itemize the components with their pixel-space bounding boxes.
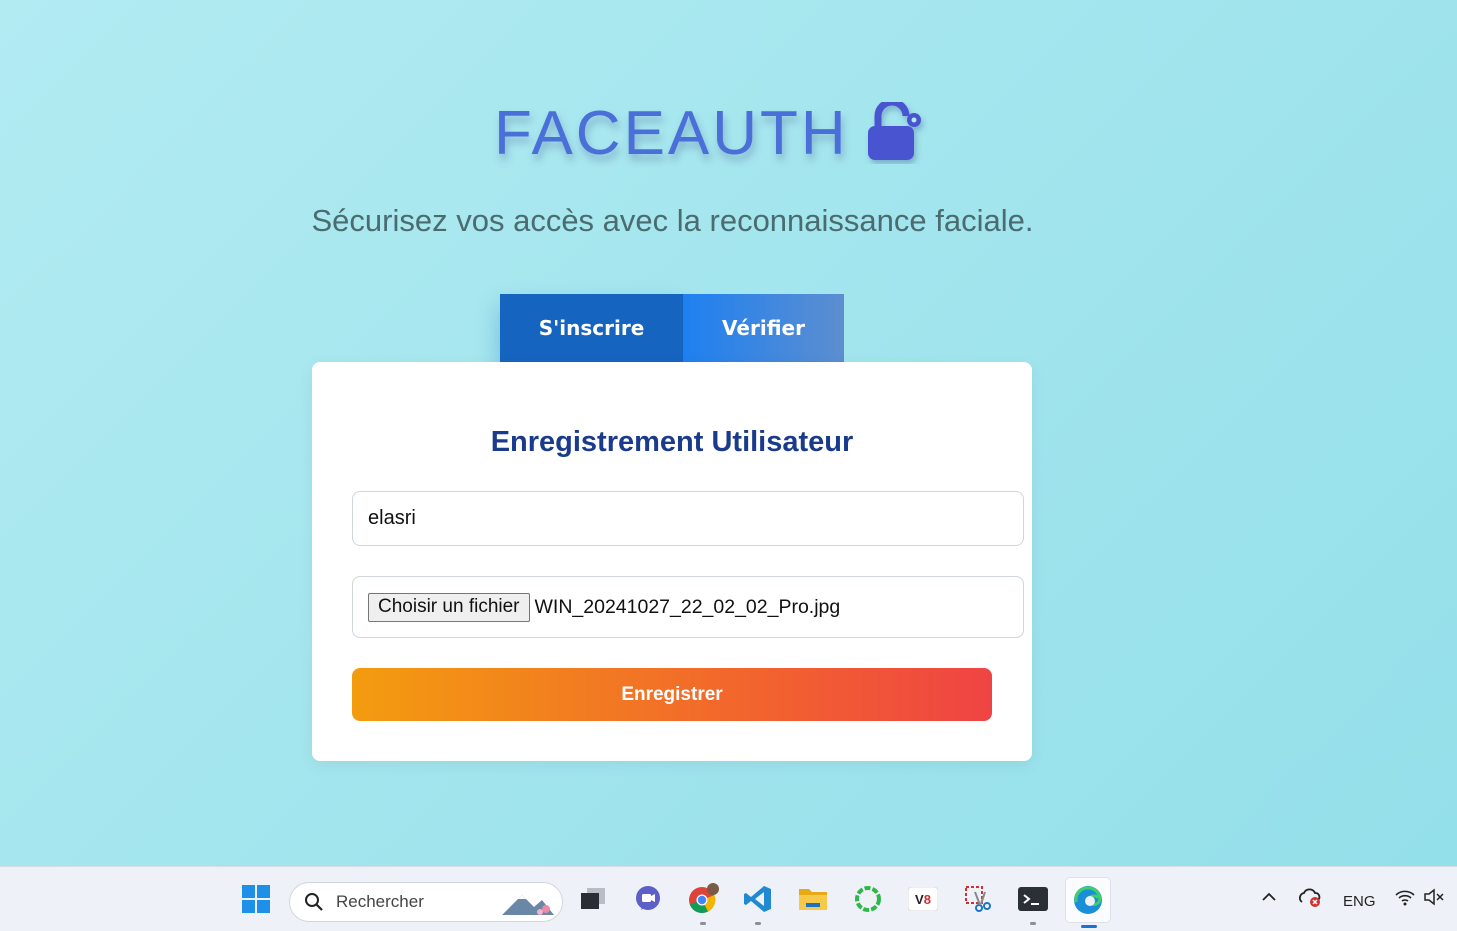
choose-file-button[interactable]: Choisir un fichier xyxy=(368,592,530,622)
chevron-up-icon[interactable] xyxy=(1260,888,1278,910)
terminal-icon[interactable] xyxy=(1013,879,1053,925)
vscode-icon[interactable] xyxy=(738,879,778,925)
taskbar: Rechercher V8 ENG xyxy=(0,866,1457,931)
search-icon xyxy=(305,893,323,911)
registration-card: Enregistrement Utilisateur Choisir un fi… xyxy=(312,362,1032,761)
wifi-icon[interactable] xyxy=(1394,888,1416,910)
language-indicator[interactable]: ENG xyxy=(1343,893,1376,910)
lock-icon xyxy=(868,102,921,160)
teams-icon[interactable] xyxy=(628,879,668,919)
app-v8-icon[interactable]: V8 xyxy=(903,879,943,919)
task-view-icon[interactable] xyxy=(573,879,613,919)
page-subtitle: Sécurisez vos accès avec la reconnaissan… xyxy=(311,203,1034,238)
svg-text:V8: V8 xyxy=(915,892,931,907)
username-input[interactable] xyxy=(352,491,1024,546)
register-button[interactable]: Enregistrer xyxy=(352,668,992,721)
windows-start-icon[interactable] xyxy=(236,879,276,919)
snipping-tool-icon[interactable] xyxy=(958,879,998,919)
tab-bar: S'inscrire Vérifier xyxy=(500,294,844,362)
taskbar-search[interactable]: Rechercher xyxy=(289,882,563,922)
form-title: Enregistrement Utilisateur xyxy=(490,426,854,458)
volume-muted-icon[interactable] xyxy=(1423,888,1445,910)
tab-verify[interactable]: Vérifier xyxy=(683,294,844,362)
app-window: FACEAUTH Sécurisez vos accès avec la rec… xyxy=(0,0,1457,866)
tab-register[interactable]: S'inscrire xyxy=(500,294,683,362)
file-input[interactable]: Choisir un fichier WIN_20241027_22_02_02… xyxy=(352,576,1024,638)
chrome-icon[interactable] xyxy=(683,879,723,925)
file-explorer-icon[interactable] xyxy=(793,879,833,919)
edge-icon[interactable] xyxy=(1065,877,1111,928)
selected-file-name: WIN_20241027_22_02_02_Pro.jpg xyxy=(534,595,841,618)
search-placeholder: Rechercher xyxy=(336,892,424,911)
onedrive-error-icon[interactable] xyxy=(1298,888,1324,912)
page-title: FACEAUTH xyxy=(494,99,849,168)
search-highlight-icon xyxy=(502,895,554,915)
app-ring-icon[interactable] xyxy=(848,879,888,919)
